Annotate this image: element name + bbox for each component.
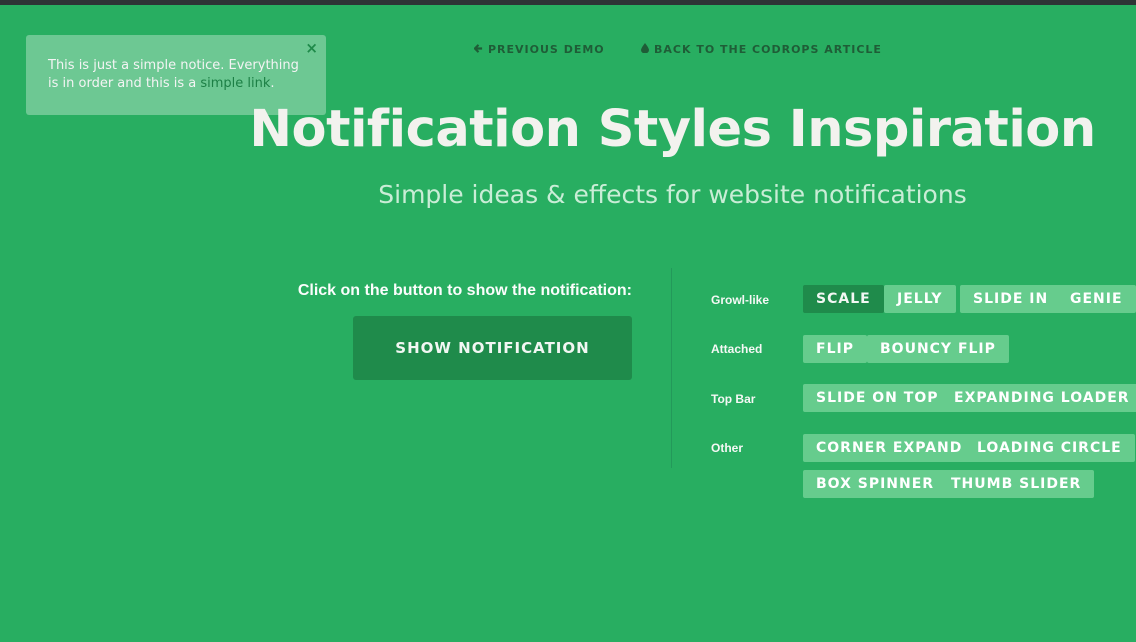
- page-title: Notification Styles Inspiration: [249, 100, 1096, 159]
- effect-button-expanding-loader[interactable]: EXPANDING LOADER: [941, 384, 1136, 412]
- effect-button-scale[interactable]: SCALE: [803, 285, 884, 313]
- effect-button-slide-on-top[interactable]: SLIDE ON TOP: [803, 384, 952, 412]
- top-nav: PREVIOUS DEMO BACK TO THE CODROPS ARTICL…: [0, 43, 1136, 59]
- group-label-other: Other: [711, 441, 744, 455]
- arrow-left-icon: [473, 43, 483, 56]
- effect-button-loading-circle[interactable]: LOADING CIRCLE: [964, 434, 1135, 462]
- column-divider: [671, 268, 672, 468]
- notice-simple-link[interactable]: simple link: [200, 76, 270, 91]
- effect-button-corner-expand[interactable]: CORNER EXPAND: [803, 434, 976, 462]
- effect-button-slide-in[interactable]: SLIDE IN: [960, 285, 1062, 313]
- show-notification-button[interactable]: SHOW NOTIFICATION: [353, 316, 632, 380]
- notice-text-end: .: [270, 76, 275, 91]
- effect-button-box-spinner[interactable]: BOX SPINNER: [803, 470, 948, 498]
- group-label-growl: Growl-like: [711, 293, 770, 307]
- group-label-top-bar: Top Bar: [711, 392, 756, 406]
- top-border: [0, 0, 1136, 5]
- effect-button-jelly[interactable]: JELLY: [884, 285, 956, 313]
- back-to-article-link[interactable]: BACK TO THE CODROPS ARTICLE: [641, 43, 882, 56]
- previous-demo-link[interactable]: PREVIOUS DEMO: [473, 43, 605, 56]
- droplet-icon: [641, 43, 649, 56]
- effect-button-bouncy-flip[interactable]: BOUNCY FLIP: [867, 335, 1009, 363]
- effect-button-genie[interactable]: GENIE: [1057, 285, 1136, 313]
- previous-demo-label: PREVIOUS DEMO: [488, 43, 605, 56]
- page-subtitle: Simple ideas & effects for website notif…: [378, 180, 967, 209]
- effect-button-flip[interactable]: FLIP: [803, 335, 867, 363]
- back-to-article-label: BACK TO THE CODROPS ARTICLE: [654, 43, 882, 56]
- instruction-text: Click on the button to show the notifica…: [297, 282, 632, 299]
- effect-button-thumb-slider[interactable]: THUMB SLIDER: [938, 470, 1095, 498]
- group-label-attached: Attached: [711, 342, 763, 356]
